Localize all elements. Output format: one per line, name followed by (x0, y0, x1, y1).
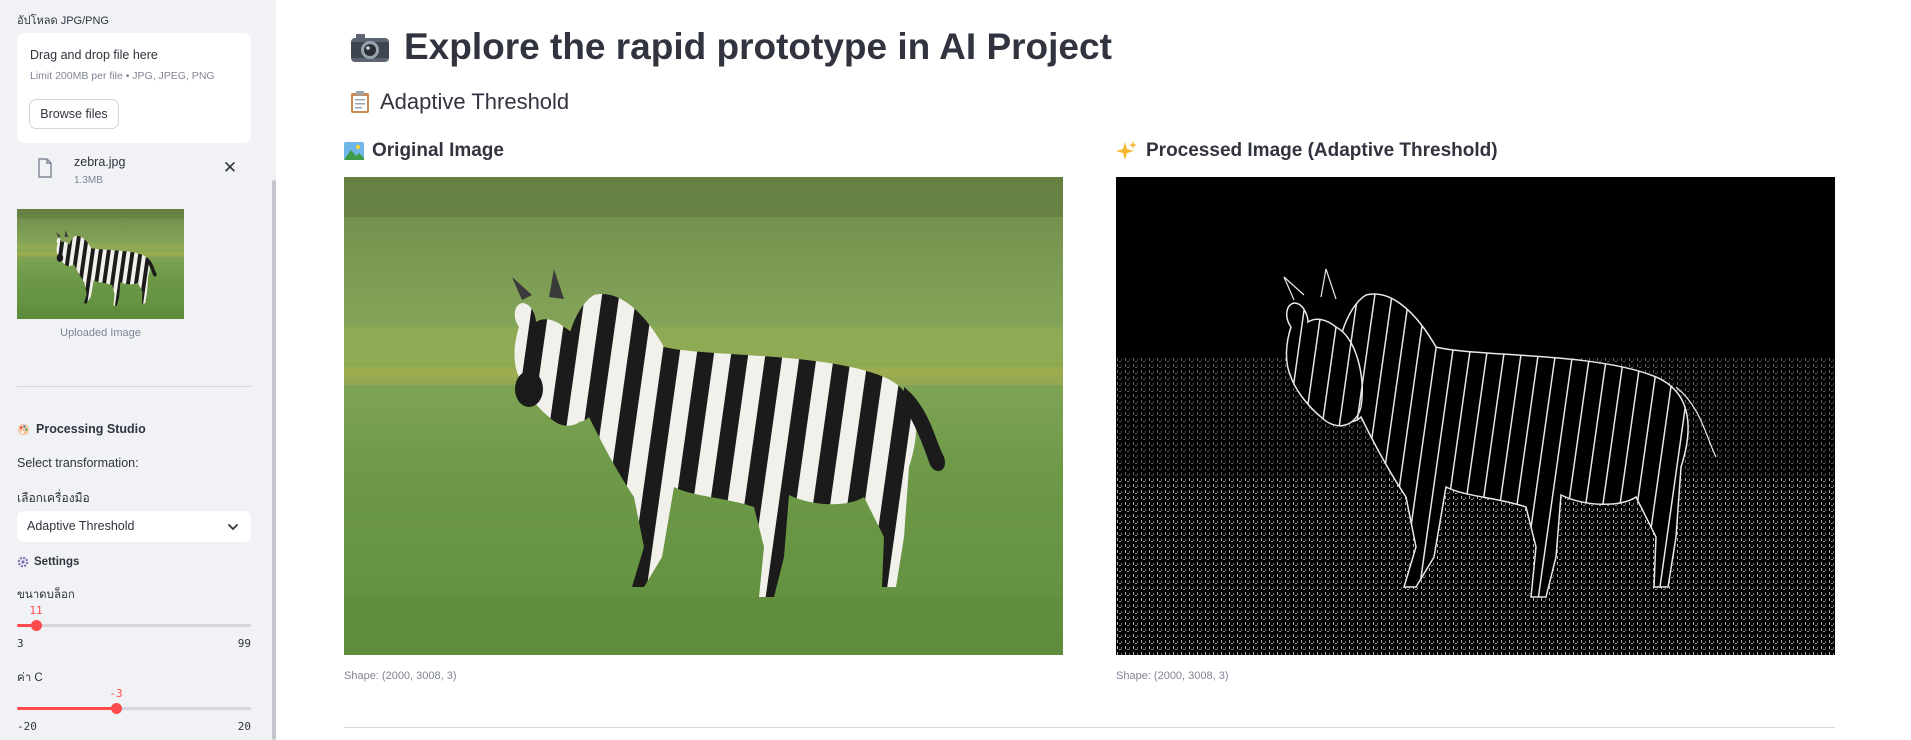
studio-title-text: Processing Studio (36, 422, 146, 436)
zebra-photo (344, 177, 1063, 655)
sidebar-divider (17, 386, 251, 387)
uploaded-image-thumbnail (17, 209, 184, 319)
palette-icon (17, 423, 30, 436)
settings-title: Settings (17, 556, 79, 568)
processed-image-title: Processed Image (Adaptive Threshold) (1116, 140, 1498, 162)
slider-max: 20 (237, 720, 251, 733)
browse-files-button[interactable]: Browse files (29, 99, 119, 129)
file-name: zebra.jpg (74, 155, 126, 169)
processed-title-text: Processed Image (Adaptive Threshold) (1146, 140, 1498, 161)
c-value-slider[interactable]: -3 -20 20 (17, 686, 251, 733)
subheader-text: Adaptive Threshold (380, 89, 570, 114)
uploaded-file-row: zebra.jpg 1.3MB ✕ (17, 150, 251, 190)
upload-label: อัปโหลด JPG/PNG (17, 15, 109, 27)
original-image-title: Original Image (344, 140, 504, 162)
slider-max: 99 (237, 637, 251, 650)
select-transformation-label: Select transformation: (17, 456, 139, 470)
main-divider (344, 727, 1835, 728)
block-size-slider[interactable]: 11 3 99 (17, 603, 251, 650)
picture-icon (344, 142, 364, 160)
sparkles-icon (1116, 141, 1138, 161)
zebra-thumbnail-image (17, 209, 184, 319)
processed-image-caption: Shape: (2000, 3008, 3) (1116, 670, 1229, 682)
file-dropzone[interactable]: Drag and drop file here Limit 200MB per … (17, 33, 251, 143)
file-size: 1.3MB (74, 175, 103, 186)
settings-title-text: Settings (34, 556, 80, 568)
dropzone-title: Drag and drop file here (30, 48, 158, 62)
slider-value: -3 (109, 687, 123, 700)
dropzone-limit: Limit 200MB per file • JPG, JPEG, PNG (30, 70, 215, 82)
file-icon (38, 158, 52, 178)
close-icon[interactable]: ✕ (220, 158, 240, 178)
main-content: Explore the rapid prototype in AI Projec… (276, 0, 1911, 740)
slider-thumb[interactable] (31, 620, 42, 631)
slider-track (17, 624, 251, 627)
processed-zebra-edges (1116, 177, 1835, 655)
slider-fill (17, 707, 116, 710)
original-title-text: Original Image (372, 140, 504, 161)
processing-studio-title: Processing Studio (17, 422, 146, 436)
processed-image (1116, 177, 1835, 655)
page-title-text: Explore the rapid prototype in AI Projec… (404, 26, 1112, 67)
clipboard-icon (350, 90, 370, 114)
subheader: Adaptive Threshold (350, 89, 569, 115)
tool-select[interactable]: Adaptive Threshold (17, 511, 251, 542)
gear-icon (17, 556, 29, 568)
slider-value: 11 (29, 604, 43, 617)
original-image (344, 177, 1063, 655)
tool-select-value: Adaptive Threshold (27, 519, 135, 533)
slider-min: -20 (17, 720, 37, 733)
thumbnail-caption: Uploaded Image (60, 327, 141, 339)
slider-min: 3 (17, 637, 24, 650)
c-value-label: ค่า C (17, 672, 43, 684)
sidebar: อัปโหลด JPG/PNG Drag and drop file here … (0, 0, 276, 740)
page-title: Explore the rapid prototype in AI Projec… (350, 26, 1112, 68)
tool-select-label: เลือกเครื่องมือ (17, 491, 90, 505)
slider-thumb[interactable] (111, 703, 122, 714)
chevron-down-icon (228, 524, 238, 531)
camera-icon (350, 31, 390, 63)
original-image-caption: Shape: (2000, 3008, 3) (344, 670, 457, 682)
block-size-label: ขนาดบล็อก (17, 589, 75, 601)
